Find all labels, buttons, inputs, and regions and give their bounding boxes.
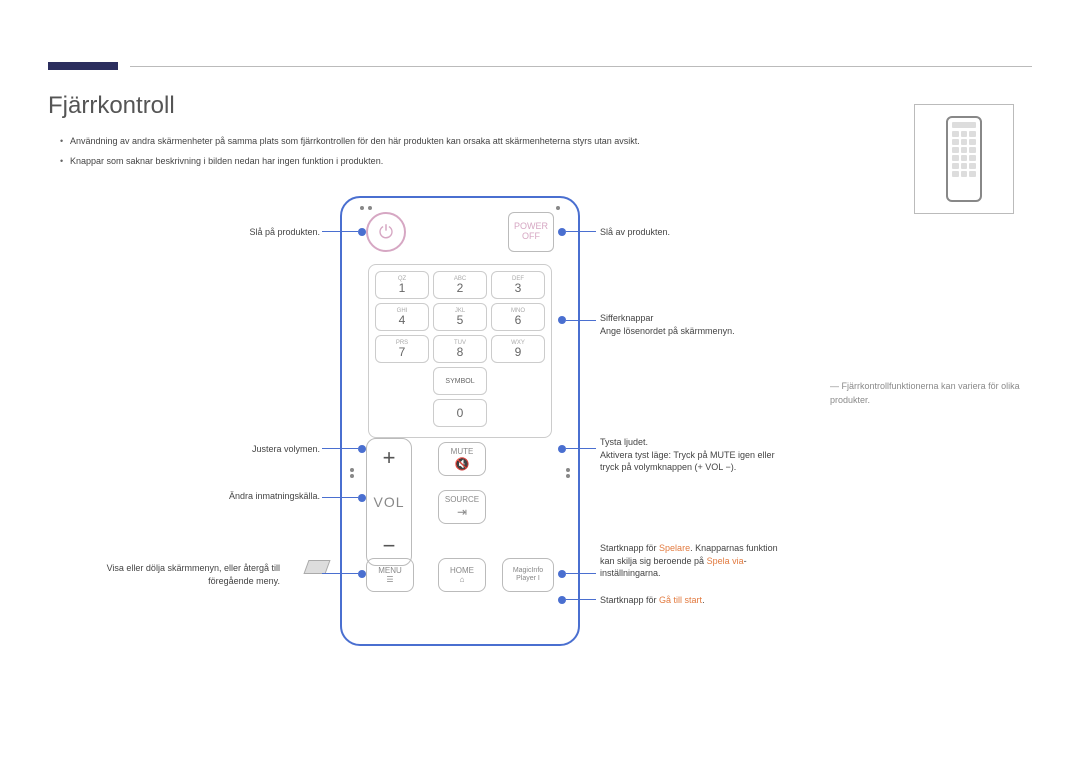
power-on-button[interactable]: ⏻ [366, 212, 406, 252]
magicinfo-button[interactable]: MagicInfo Player I [502, 558, 554, 592]
page-title: Fjärrkontroll [48, 92, 175, 120]
menu-label: MENU [378, 566, 402, 575]
callout-power-off: Slå av produkten. [600, 226, 670, 239]
volume-label: VOL [373, 494, 404, 510]
remote-control: ⏻ POWER OFF QZ1 ABC2 DEF3 GHI4 JKL5 MNO6… [340, 196, 580, 646]
key-6[interactable]: MNO6 [491, 303, 545, 331]
callout-dot [358, 228, 366, 236]
callout-dot [558, 596, 566, 604]
callout-dot [558, 570, 566, 578]
source-icon: ⇥ [457, 505, 467, 519]
menu-icon: ☰ [386, 575, 393, 584]
key-1[interactable]: QZ1 [375, 271, 429, 299]
leader-line [322, 231, 358, 232]
key-2[interactable]: ABC2 [433, 271, 487, 299]
key-8[interactable]: TUV8 [433, 335, 487, 363]
mini-remote-diagram [914, 104, 1014, 214]
callout-magicinfo: Startknapp för Spelare. Knapparnas funkt… [600, 542, 820, 580]
side-note: Fjärrkontrollfunktionerna kan variera fö… [830, 380, 1020, 407]
callout-numbers: Sifferknappar Ange lösenordet på skärmme… [600, 312, 735, 337]
magicinfo-label1: MagicInfo [513, 567, 543, 575]
leader-line [566, 573, 596, 574]
header-rule [130, 66, 1032, 67]
callout-mute: Tysta ljudet. Aktivera tyst läge: Tryck … [600, 436, 775, 474]
leader-line [566, 599, 596, 600]
callout-power-on: Slå på produkten. [100, 226, 320, 239]
callout-source: Ändra inmatningskälla. [100, 490, 320, 503]
key-symbol[interactable]: SYMBOL [433, 367, 487, 395]
volume-rocker[interactable]: + VOL − [366, 438, 412, 566]
leader-line [322, 497, 358, 498]
leader-line [322, 448, 358, 449]
key-3[interactable]: DEF3 [491, 271, 545, 299]
source-button[interactable]: SOURCE ⇥ [438, 490, 486, 524]
callout-dot [558, 445, 566, 453]
intro-bullets: Användning av andra skärmenheter på samm… [60, 136, 640, 176]
volume-down-icon[interactable]: − [383, 533, 396, 559]
home-button[interactable]: HOME ⌂ [438, 558, 486, 592]
magicinfo-label2: Player I [516, 575, 540, 583]
callout-menu: Visa eller dölja skärmmenyn, eller återg… [60, 562, 280, 587]
home-icon: ⌂ [460, 575, 465, 584]
key-0[interactable]: 0 [433, 399, 487, 427]
mute-button[interactable]: MUTE 🔇 [438, 442, 486, 476]
mute-label: MUTE [451, 447, 474, 456]
leader-line [566, 448, 596, 449]
volume-up-icon[interactable]: + [383, 445, 396, 471]
bullet-item: Knappar som saknar beskrivning i bilden … [60, 156, 640, 166]
source-label: SOURCE [445, 495, 479, 504]
leader-line [566, 231, 596, 232]
callout-dot [558, 228, 566, 236]
power-off-button[interactable]: POWER OFF [508, 212, 554, 252]
callout-dot [358, 570, 366, 578]
key-7[interactable]: PRS7 [375, 335, 429, 363]
callout-volume: Justera volymen. [100, 443, 320, 456]
menu-button[interactable]: MENU ☰ [366, 558, 414, 592]
leader-line [322, 573, 358, 574]
callout-dot [358, 494, 366, 502]
leader-line [566, 320, 596, 321]
key-4[interactable]: GHI4 [375, 303, 429, 331]
home-label: HOME [450, 566, 474, 575]
mute-icon: 🔇 [455, 457, 470, 471]
power-off-label2: OFF [522, 232, 540, 242]
callout-dot [358, 445, 366, 453]
key-9[interactable]: WXY9 [491, 335, 545, 363]
numeric-keypad: QZ1 ABC2 DEF3 GHI4 JKL5 MNO6 PRS7 TUV8 W… [368, 264, 552, 438]
bullet-item: Användning av andra skärmenheter på samm… [60, 136, 640, 146]
callout-home: Startknapp för Gå till start. [600, 594, 705, 607]
key-5[interactable]: JKL5 [433, 303, 487, 331]
header-accent [48, 62, 118, 70]
callout-dot [558, 316, 566, 324]
